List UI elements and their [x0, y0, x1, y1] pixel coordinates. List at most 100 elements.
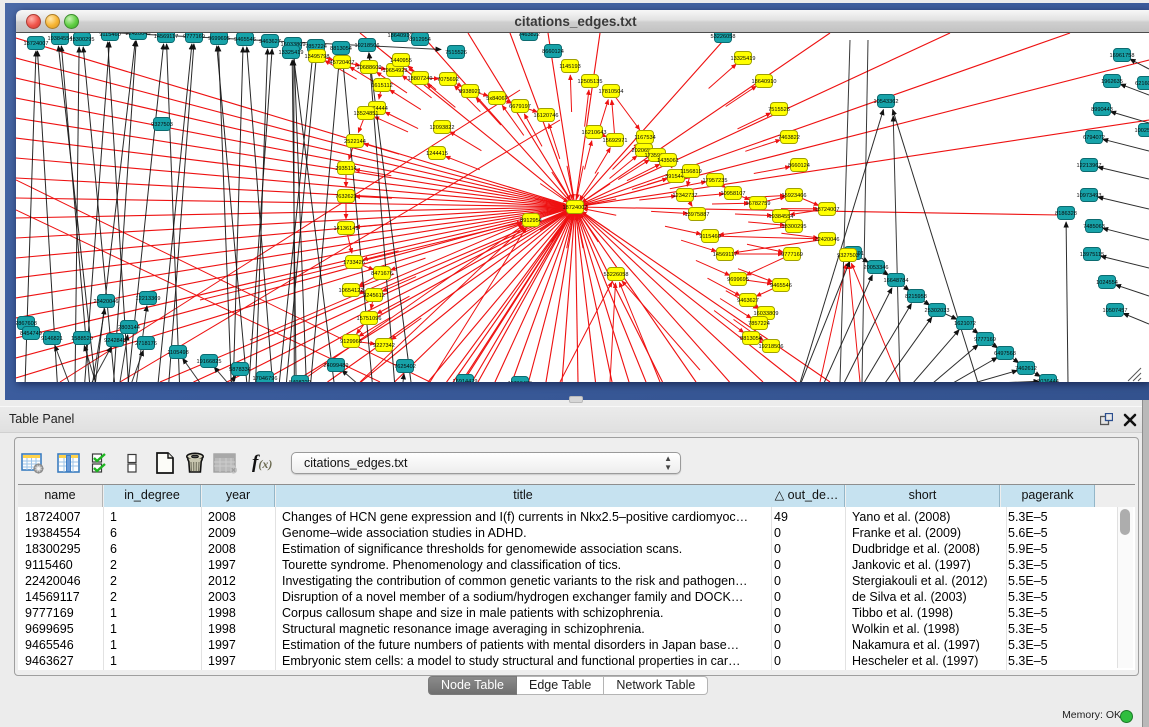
svg-text:7485063: 7485063 — [1083, 224, 1105, 230]
svg-text:13975115: 13975115 — [1080, 252, 1104, 258]
svg-text:17046796: 17046796 — [253, 376, 278, 382]
svg-text:13325419: 13325419 — [731, 56, 756, 62]
svg-text:14136141: 14136141 — [334, 226, 359, 232]
svg-text:8471676: 8471676 — [371, 271, 393, 277]
svg-text:7463822: 7463822 — [778, 135, 800, 141]
svg-text:9463627: 9463627 — [737, 298, 759, 304]
svg-text:14569117: 14569117 — [713, 252, 737, 258]
svg-text:1156819: 1156819 — [680, 169, 701, 175]
svg-text:2718176: 2718176 — [135, 341, 157, 347]
svg-text:9463627: 9463627 — [259, 39, 281, 45]
svg-text:2036444: 2036444 — [1037, 379, 1059, 382]
svg-text:9777169: 9777169 — [974, 337, 996, 343]
svg-text:9465546: 9465546 — [234, 37, 256, 43]
svg-text:9129966: 9129966 — [340, 339, 362, 345]
svg-text:1105498: 1105498 — [167, 350, 188, 356]
svg-text:16782759: 16782759 — [746, 201, 771, 207]
svg-text:10543362: 10543362 — [874, 99, 899, 105]
svg-text:17810504: 17810504 — [599, 89, 624, 95]
svg-text:8660124: 8660124 — [542, 49, 564, 55]
svg-text:25302033: 25302033 — [925, 308, 950, 314]
svg-text:13325419: 13325419 — [279, 50, 304, 56]
svg-text:10688609: 10688609 — [357, 65, 382, 71]
svg-text:13495798: 13495798 — [305, 54, 330, 60]
svg-text:5x84067: 5x84067 — [486, 96, 507, 102]
svg-text:6679197: 6679197 — [509, 104, 531, 110]
svg-text:8813054: 8813054 — [330, 46, 352, 52]
svg-text:1588520: 1588520 — [71, 336, 93, 342]
svg-text:8660124: 8660124 — [788, 163, 810, 169]
svg-text:8215958: 8215958 — [905, 294, 927, 300]
svg-text:9699695: 9699695 — [727, 277, 749, 283]
svg-text:7857224: 7857224 — [748, 321, 770, 327]
svg-text:6497568: 6497568 — [994, 351, 1016, 357]
svg-text:8912954: 8912954 — [409, 37, 431, 43]
svg-text:22420046: 22420046 — [126, 33, 151, 37]
svg-text:12213967: 12213967 — [1077, 163, 1102, 169]
svg-text:12505135: 12505135 — [578, 79, 603, 85]
svg-text:18300295: 18300295 — [70, 37, 95, 43]
svg-text:13975887: 13975887 — [685, 212, 710, 218]
svg-text:2522144: 2522144 — [344, 139, 366, 145]
svg-text:8454749: 8454749 — [20, 331, 42, 337]
svg-text:10958107: 10958107 — [721, 191, 746, 197]
svg-text:1024554: 1024554 — [1096, 280, 1118, 286]
svg-text:8813054: 8813054 — [740, 336, 762, 342]
svg-text:53226058: 53226058 — [711, 34, 736, 40]
svg-text:10654122: 10654122 — [339, 288, 364, 294]
svg-text:16120746: 16120746 — [534, 113, 559, 119]
svg-text:13524851: 13524851 — [354, 111, 379, 117]
svg-text:8938921: 8938921 — [459, 89, 481, 95]
svg-text:2803144: 2803144 — [118, 325, 140, 331]
svg-text:6794072: 6794072 — [1083, 135, 1105, 141]
svg-text:12093822: 12093822 — [430, 125, 455, 131]
svg-text:8990443: 8990443 — [1091, 107, 1113, 113]
svg-text:9327503: 9327503 — [151, 122, 173, 128]
svg-text:1733426: 1733426 — [343, 260, 365, 266]
svg-text:9465546: 9465546 — [770, 283, 792, 289]
svg-text:7462612: 7462612 — [1015, 366, 1037, 372]
svg-text:9777169: 9777169 — [183, 34, 205, 40]
svg-text:18724007: 18724007 — [815, 207, 840, 213]
svg-text:1615112: 1615112 — [371, 83, 392, 89]
svg-text:9146821: 9146821 — [41, 336, 63, 342]
svg-text:5498222: 5498222 — [289, 380, 311, 382]
svg-text:23420046: 23420046 — [94, 299, 119, 305]
svg-text:20053346: 20053346 — [864, 265, 889, 271]
svg-text:1435061: 1435061 — [657, 158, 679, 164]
svg-text:17957235: 17957235 — [703, 178, 728, 184]
svg-text:22420046: 22420046 — [815, 237, 840, 243]
svg-text:1621072: 1621072 — [954, 321, 976, 327]
svg-text:10973493: 10973493 — [1077, 193, 1102, 199]
svg-text:7463822: 7463822 — [518, 33, 540, 38]
svg-text:19166825: 19166825 — [197, 359, 222, 365]
svg-text:11716485: 11716485 — [508, 381, 532, 382]
svg-text:1145193: 1145193 — [559, 64, 580, 70]
svg-text:15923466: 15923466 — [782, 193, 807, 199]
svg-text:1167534: 1167534 — [634, 135, 655, 141]
svg-text:7625402: 7625402 — [394, 364, 416, 370]
svg-text:1244415: 1244415 — [426, 151, 448, 157]
svg-text:9699695: 9699695 — [208, 36, 230, 42]
svg-text:9245612: 9245612 — [363, 293, 385, 299]
svg-text:12213369: 12213369 — [136, 296, 161, 302]
svg-text:18300295: 18300295 — [782, 224, 807, 230]
svg-text:16961758: 16961758 — [1110, 53, 1135, 59]
svg-text:15751096: 15751096 — [357, 316, 382, 322]
svg-text:7515526: 7515526 — [768, 107, 790, 113]
svg-text:45720407: 45720407 — [330, 60, 355, 66]
svg-text:53226058: 53226058 — [604, 272, 629, 278]
svg-text:9115460: 9115460 — [99, 33, 120, 38]
svg-text:9242848: 9242848 — [104, 338, 126, 344]
svg-text:19218506: 19218506 — [759, 344, 784, 350]
svg-text:9227342: 9227342 — [373, 343, 395, 349]
svg-text:18724007: 18724007 — [24, 41, 49, 47]
svg-text:8186328: 8186328 — [1055, 211, 1077, 217]
svg-text:18640910: 18640910 — [752, 79, 777, 85]
svg-text:7515526: 7515526 — [445, 50, 467, 56]
svg-text:9327503: 9327503 — [837, 253, 859, 259]
svg-text:9115460: 9115460 — [699, 234, 720, 240]
svg-text:12342737: 12342737 — [673, 193, 698, 199]
svg-text:14569117: 14569117 — [154, 34, 178, 40]
svg-text:15692971: 15692971 — [603, 138, 628, 144]
